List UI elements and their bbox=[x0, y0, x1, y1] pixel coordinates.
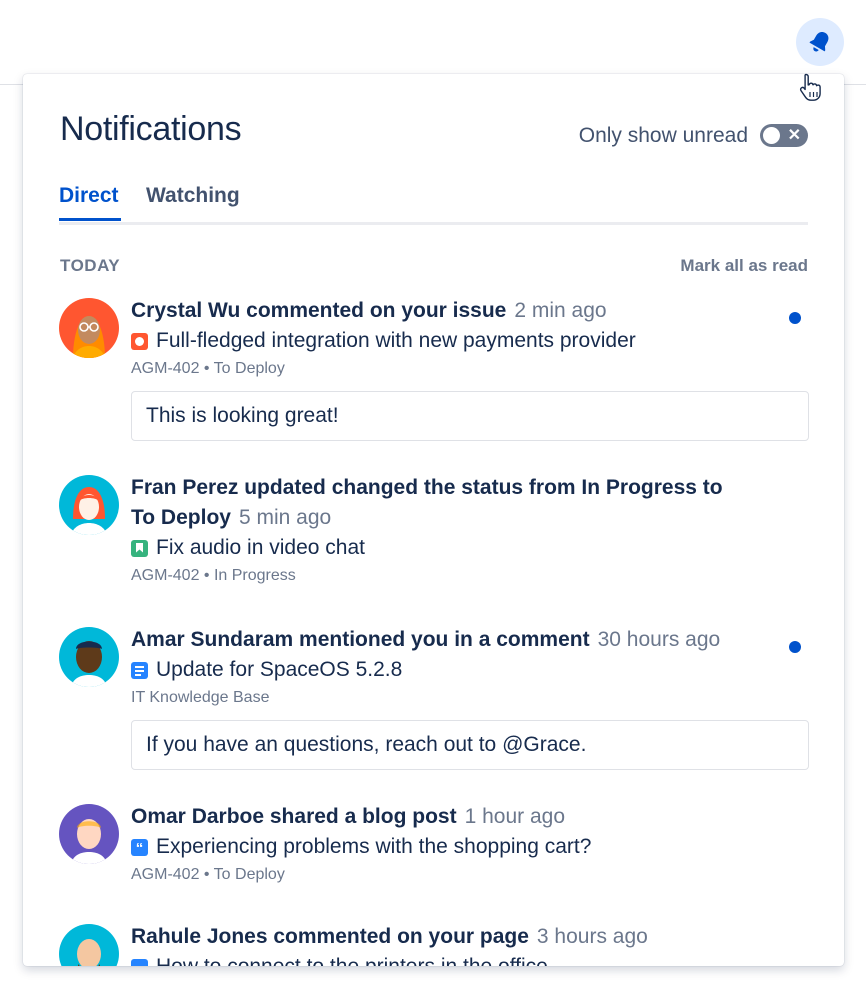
tab-direct[interactable]: Direct bbox=[59, 184, 119, 208]
notification-time: 1 hour ago bbox=[464, 805, 565, 828]
notification-title: Rahule Jones commented on your page bbox=[131, 925, 529, 948]
page-icon bbox=[131, 958, 148, 966]
close-icon: ✕ bbox=[787, 127, 801, 144]
notification-title: Omar Darboe shared a blog post bbox=[131, 805, 457, 828]
issue-title: Update for SpaceOS 5.2.8 bbox=[156, 658, 403, 681]
comment-preview: If you have an questions, reach out to @… bbox=[131, 720, 809, 770]
issue-meta: AGM-402 • To Deploy bbox=[131, 866, 285, 883]
quote-icon: “ bbox=[131, 838, 148, 857]
notifications-bell-button[interactable] bbox=[796, 18, 844, 66]
notification-time: 2 min ago bbox=[514, 299, 607, 322]
avatar-omar-darboe bbox=[59, 804, 119, 864]
issue-link[interactable]: Fix audio in video chat bbox=[131, 533, 809, 563]
mark-all-as-read-link[interactable]: Mark all as read bbox=[680, 256, 808, 276]
issue-meta: AGM-402 • In Progress bbox=[131, 567, 296, 584]
active-tab-indicator bbox=[59, 218, 121, 221]
tab-bar: Direct Watching bbox=[59, 178, 808, 225]
toggle-knob bbox=[763, 127, 780, 144]
issue-title: Fix audio in video chat bbox=[156, 536, 365, 559]
unread-indicator[interactable] bbox=[789, 641, 801, 653]
notification-time: 3 hours ago bbox=[536, 925, 648, 948]
notification-time: 30 hours ago bbox=[597, 628, 721, 651]
issue-title: How to connect to the printers in the of… bbox=[156, 952, 548, 966]
section-today-label: TODAY bbox=[60, 256, 121, 275]
unread-indicator[interactable] bbox=[789, 312, 801, 324]
issue-meta: IT Knowledge Base bbox=[131, 689, 270, 706]
issue-link[interactable]: “ Experiencing problems with the shoppin… bbox=[131, 832, 809, 862]
avatar-rahule-jones bbox=[59, 924, 119, 966]
only-unread-label: Only show unread bbox=[578, 124, 748, 147]
notification-time: 5 min ago bbox=[238, 506, 332, 529]
notifications-panel: Notifications Only show unread ✕ Direct … bbox=[23, 74, 844, 966]
notification-title: Amar Sundaram mentioned you in a comment bbox=[131, 628, 590, 651]
bug-icon bbox=[131, 332, 148, 350]
notification-title-line2: To Deploy bbox=[131, 506, 231, 529]
comment-preview: This is looking great! bbox=[131, 391, 809, 441]
bell-icon bbox=[809, 32, 829, 52]
avatar-crystal-wu bbox=[59, 298, 119, 358]
issue-title: Experiencing problems with the shopping … bbox=[156, 835, 592, 858]
avatar-amar-sundaram bbox=[59, 627, 119, 687]
issue-title: Full-fledged integration with new paymen… bbox=[156, 329, 636, 352]
issue-link[interactable]: Full-fledged integration with new paymen… bbox=[131, 326, 809, 356]
issue-link[interactable]: Update for SpaceOS 5.2.8 bbox=[131, 655, 809, 685]
panel-title: Notifications bbox=[60, 110, 242, 148]
issue-link[interactable]: How to connect to the printers in the of… bbox=[131, 952, 809, 966]
notification-title: Crystal Wu commented on your issue bbox=[131, 299, 507, 322]
tab-watching[interactable]: Watching bbox=[146, 184, 240, 208]
story-icon bbox=[131, 539, 148, 557]
hand-cursor-icon bbox=[799, 73, 821, 101]
only-unread-toggle[interactable]: ✕ bbox=[760, 124, 808, 147]
issue-meta: AGM-402 • To Deploy bbox=[131, 360, 285, 377]
avatar-fran-perez bbox=[59, 475, 119, 535]
notification-title: Fran Perez updated changed the status fr… bbox=[131, 476, 723, 499]
top-bar bbox=[0, 0, 866, 85]
page-icon bbox=[131, 661, 148, 679]
